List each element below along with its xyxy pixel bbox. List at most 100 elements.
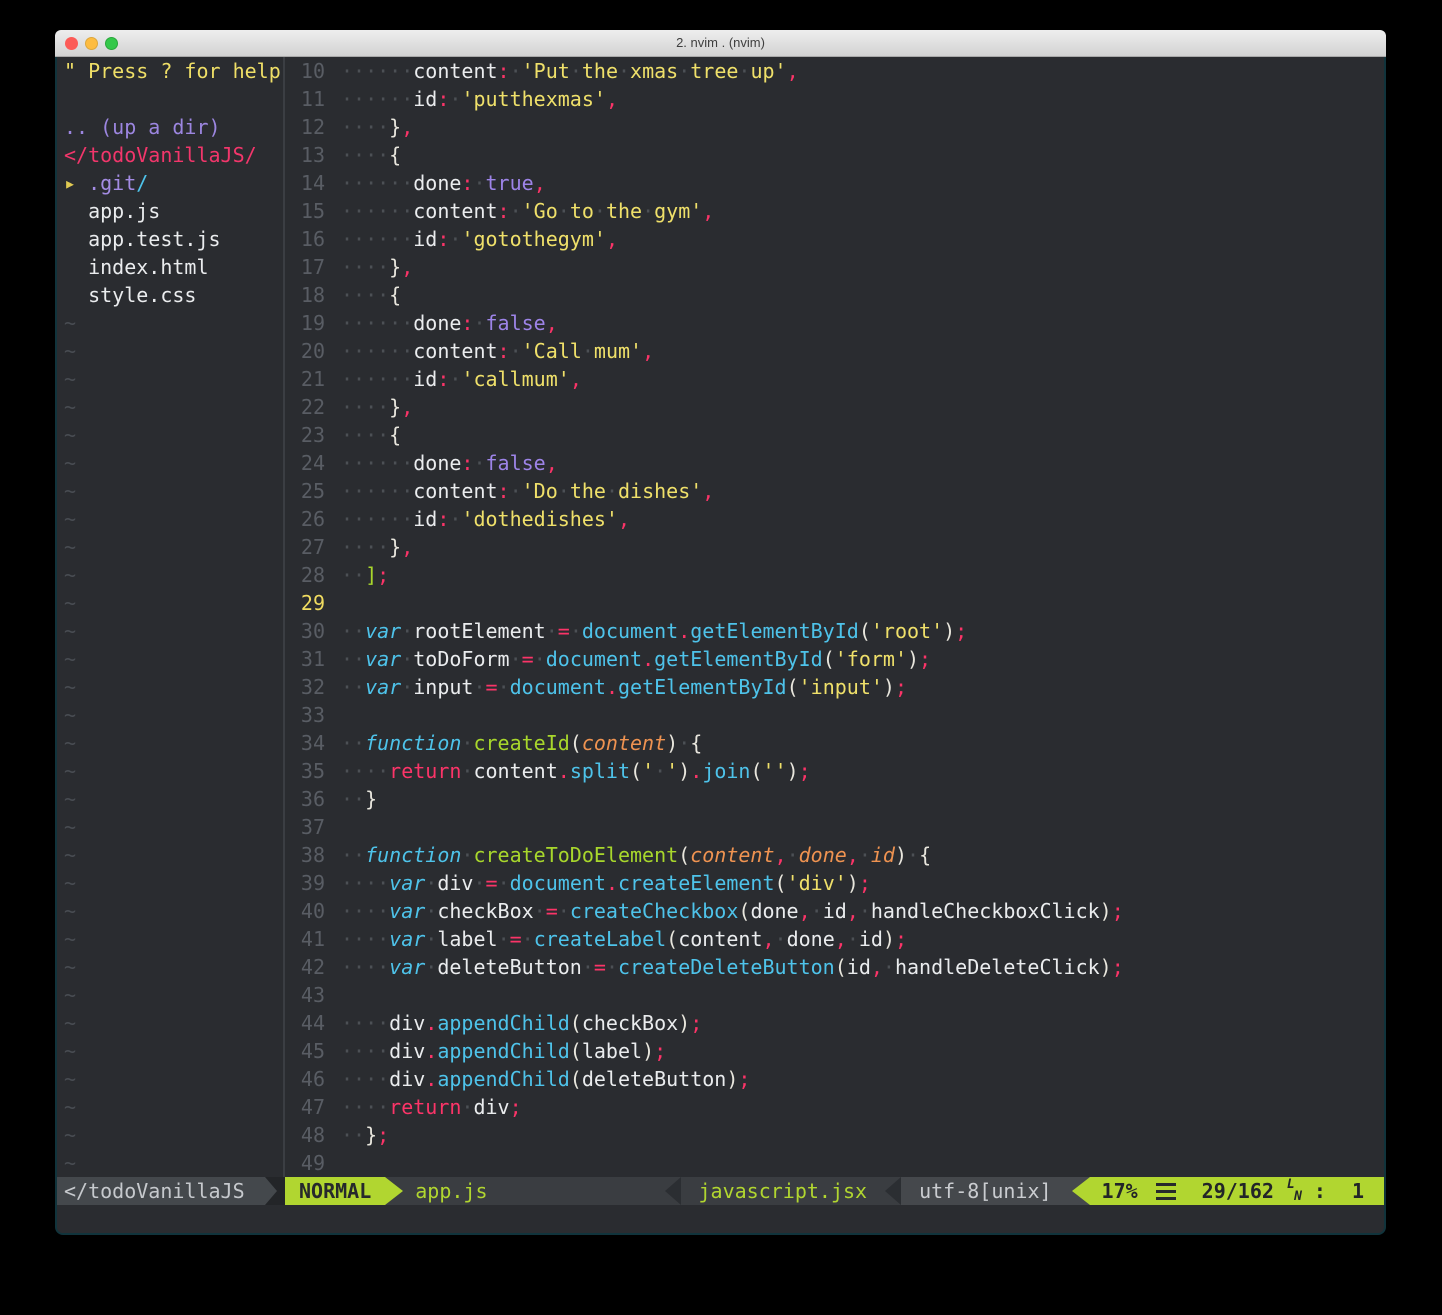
code-text: ······done:·false, xyxy=(341,311,558,335)
code-text: ······id:·'gotothegym', xyxy=(341,227,618,251)
close-button[interactable] xyxy=(65,37,78,50)
window-titlebar[interactable]: 2. nvim . (nvim) xyxy=(55,30,1386,57)
code-line-30[interactable]: 30··var·rootElement·=·document.getElemen… xyxy=(285,617,1384,645)
code-line-10[interactable]: 10······content:·'Put·the·xmas·tree·up', xyxy=(285,57,1384,85)
buffer-lines-icon xyxy=(1156,1183,1176,1200)
code-line-14[interactable]: 14······done:·true, xyxy=(285,169,1384,197)
code-line-27[interactable]: 27····}, xyxy=(285,533,1384,561)
code-line-49[interactable]: 49 xyxy=(285,1149,1384,1177)
code-text: ····}, xyxy=(341,255,413,279)
code-line-44[interactable]: 44····div.appendChild(checkBox); xyxy=(285,1009,1384,1037)
code-line-35[interactable]: 35····return·content.split('·').join('')… xyxy=(285,757,1384,785)
code-text: ····var·div·=·document.createElement('di… xyxy=(341,871,871,895)
line-number: 32 xyxy=(285,673,341,701)
code-line-33[interactable]: 33 xyxy=(285,701,1384,729)
line-number: 14 xyxy=(285,169,341,197)
code-line-15[interactable]: 15······content:·'Go·to·the·gym', xyxy=(285,197,1384,225)
line-number: 12 xyxy=(285,113,341,141)
sidebar-item-index-html[interactable]: index.html xyxy=(64,253,283,281)
line-number: 49 xyxy=(285,1149,341,1177)
code-line-20[interactable]: 20······content:·'Call·mum', xyxy=(285,337,1384,365)
code-line-22[interactable]: 22····}, xyxy=(285,393,1384,421)
line-number: 41 xyxy=(285,925,341,953)
line-number: 47 xyxy=(285,1093,341,1121)
command-line[interactable] xyxy=(57,1205,1384,1233)
status-encoding: utf-8[unix] xyxy=(901,1177,1055,1205)
line-number: 42 xyxy=(285,953,341,981)
mode-indicator: NORMAL xyxy=(285,1177,385,1205)
line-number: 11 xyxy=(285,85,341,113)
code-line-41[interactable]: 41····var·label·=·createLabel(content,·d… xyxy=(285,925,1384,953)
sidebar-item-app-js[interactable]: app.js xyxy=(64,197,283,225)
code-line-42[interactable]: 42····var·deleteButton·=·createDeleteBut… xyxy=(285,953,1384,981)
code-line-40[interactable]: 40····var·checkBox·=·createCheckbox(done… xyxy=(285,897,1384,925)
code-line-31[interactable]: 31··var·toDoForm·=·document.getElementBy… xyxy=(285,645,1384,673)
code-line-47[interactable]: 47····return·div; xyxy=(285,1093,1384,1121)
code-line-37[interactable]: 37 xyxy=(285,813,1384,841)
sidebar-tilde: ~ xyxy=(64,841,283,869)
powerline-separator xyxy=(665,1177,681,1205)
code-line-28[interactable]: 28··]; xyxy=(285,561,1384,589)
code-text: ····{ xyxy=(341,143,401,167)
line-number: 22 xyxy=(285,393,341,421)
code-line-25[interactable]: 25······content:·'Do·the·dishes', xyxy=(285,477,1384,505)
code-line-17[interactable]: 17····}, xyxy=(285,253,1384,281)
sidebar-item-app-test-js[interactable]: app.test.js xyxy=(64,225,283,253)
code-line-13[interactable]: 13····{ xyxy=(285,141,1384,169)
code-text: ····}, xyxy=(341,535,413,559)
minimize-button[interactable] xyxy=(85,37,98,50)
line-number: 13 xyxy=(285,141,341,169)
code-line-23[interactable]: 23····{ xyxy=(285,421,1384,449)
line-number: 44 xyxy=(285,1009,341,1037)
code-line-38[interactable]: 38··function·createToDoElement(content,·… xyxy=(285,841,1384,869)
zoom-button[interactable] xyxy=(105,37,118,50)
statusline: </todoVanillaJS NORMAL app.js javascript… xyxy=(57,1177,1384,1205)
code-text: ····{ xyxy=(341,423,401,447)
line-number: 15 xyxy=(285,197,341,225)
status-position-segment: 17% 29/162 LN : 1 xyxy=(1090,1177,1384,1205)
code-line-45[interactable]: 45····div.appendChild(label); xyxy=(285,1037,1384,1065)
code-line-18[interactable]: 18····{ xyxy=(285,281,1384,309)
code-text: ····div.appendChild(label); xyxy=(341,1039,666,1063)
nerdtree-sidebar: " Press ? for help .. (up a dir)</todoVan… xyxy=(57,57,283,1177)
powerline-separator xyxy=(385,1177,403,1205)
line-number: 10 xyxy=(285,57,341,85)
code-line-24[interactable]: 24······done:·false, xyxy=(285,449,1384,477)
code-line-39[interactable]: 39····var·div·=·document.createElement('… xyxy=(285,869,1384,897)
line-number: 21 xyxy=(285,365,341,393)
code-line-12[interactable]: 12····}, xyxy=(285,113,1384,141)
code-line-19[interactable]: 19······done:·false, xyxy=(285,309,1384,337)
status-column: 1 xyxy=(1352,1177,1364,1205)
code-line-11[interactable]: 11······id:·'putthexmas', xyxy=(285,85,1384,113)
sidebar-tilde: ~ xyxy=(64,673,283,701)
code-line-48[interactable]: 48··}; xyxy=(285,1121,1384,1149)
sidebar-root-path[interactable]: </todoVanillaJS/ xyxy=(64,141,283,169)
sidebar-item-up-dir[interactable]: .. (up a dir) xyxy=(64,113,283,141)
sidebar-tilde: ~ xyxy=(64,533,283,561)
code-text: ····var·label·=·createLabel(content,·don… xyxy=(341,927,907,951)
sidebar-tilde: ~ xyxy=(64,1065,283,1093)
code-line-16[interactable]: 16······id:·'gotothegym', xyxy=(285,225,1384,253)
nvim-terminal: " Press ? for help.. (up a dir)</todoVan… xyxy=(55,57,1386,1235)
sidebar-item--git[interactable]: ▸ .git/ xyxy=(64,169,283,197)
collapsed-dir-arrow-icon: ▸ xyxy=(64,171,76,195)
code-line-34[interactable]: 34··function·createId(content)·{ xyxy=(285,729,1384,757)
code-line-29[interactable]: 29 xyxy=(285,589,1384,617)
line-number: 16 xyxy=(285,225,341,253)
code-line-32[interactable]: 32··var·input·=·document.getElementById(… xyxy=(285,673,1384,701)
sidebar-help-line: " Press ? for help xyxy=(64,57,283,85)
code-line-46[interactable]: 46····div.appendChild(deleteButton); xyxy=(285,1065,1384,1093)
line-number: 34 xyxy=(285,729,341,757)
code-editor[interactable]: 10······content:·'Put·the·xmas·tree·up',… xyxy=(285,57,1384,1177)
status-colon: : xyxy=(1314,1177,1326,1205)
code-line-36[interactable]: 36··} xyxy=(285,785,1384,813)
code-line-43[interactable]: 43 xyxy=(285,981,1384,1009)
sidebar-tilde: ~ xyxy=(64,337,283,365)
code-text: ······done:·false, xyxy=(341,451,558,475)
sidebar-tilde: ~ xyxy=(64,757,283,785)
code-line-26[interactable]: 26······id:·'dothedishes', xyxy=(285,505,1384,533)
code-line-21[interactable]: 21······id:·'callmum', xyxy=(285,365,1384,393)
powerline-separator xyxy=(885,1177,901,1205)
sidebar-item-style-css[interactable]: style.css xyxy=(64,281,283,309)
sidebar-tilde: ~ xyxy=(64,589,283,617)
